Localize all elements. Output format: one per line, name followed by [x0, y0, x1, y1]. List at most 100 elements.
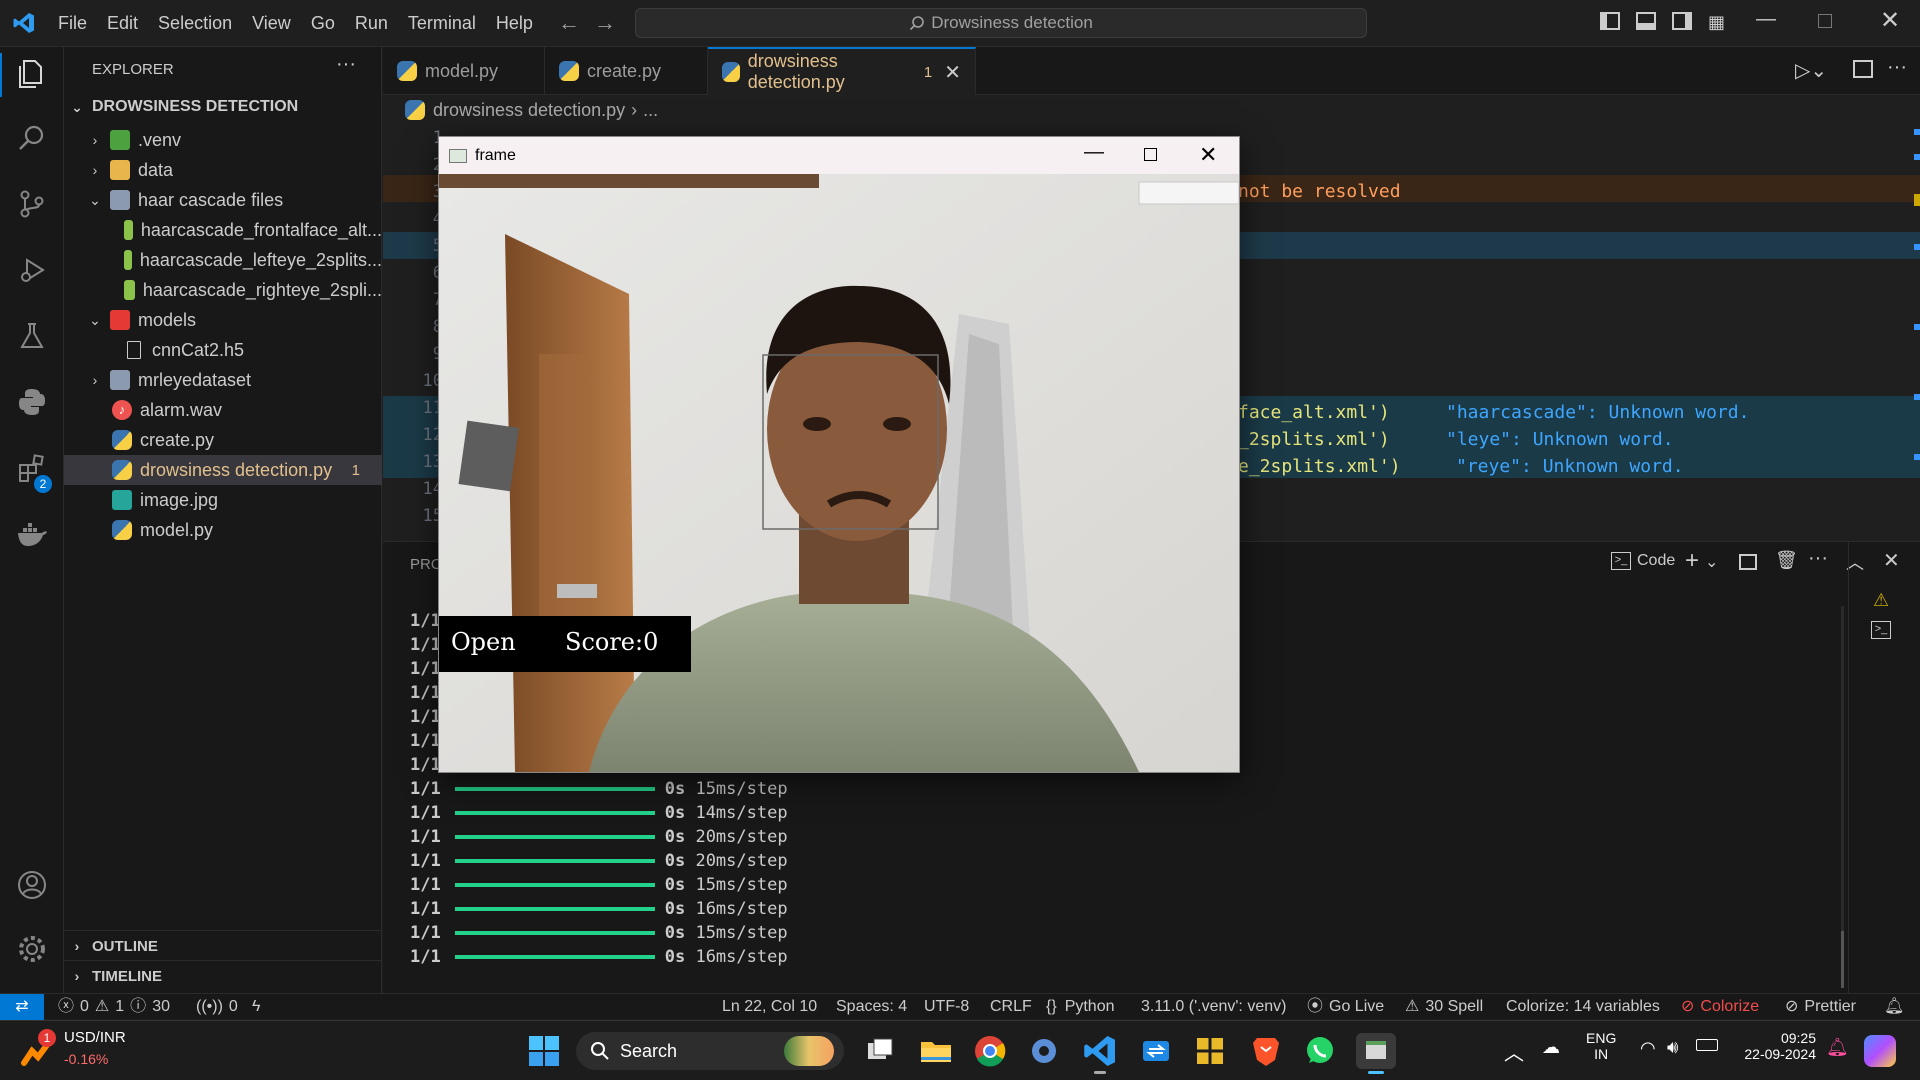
tab-drowsiness-detection-py[interactable]: drowsiness detection.py 1 ✕: [708, 47, 976, 95]
encoding-status[interactable]: UTF-8: [924, 994, 969, 1020]
lightning-icon[interactable]: ϟ: [252, 994, 260, 1020]
go-live-button[interactable]: ⦿ Go Live: [1307, 994, 1384, 1020]
breadcrumb-file[interactable]: drowsiness detection.py: [433, 100, 625, 121]
customize-layout-icon[interactable]: ▦: [1708, 12, 1725, 33]
frame-close-icon[interactable]: ✕: [1199, 142, 1217, 168]
outline-section-header[interactable]: › OUTLINE: [64, 931, 382, 961]
menu-run[interactable]: Run: [345, 0, 398, 47]
testing-flask-icon[interactable]: [14, 321, 50, 357]
python-interpreter[interactable]: 3.11.0 ('.venv': venv): [1141, 994, 1286, 1020]
show-hidden-icons-chevron-icon[interactable]: ︿: [1504, 1037, 1524, 1066]
chrome-icon[interactable]: [972, 1033, 1008, 1069]
toggle-primary-sidebar-icon[interactable]: [1600, 12, 1620, 30]
remote-app-icon[interactable]: [1138, 1033, 1174, 1069]
remote-indicator-icon[interactable]: ⇄: [0, 994, 44, 1020]
source-control-icon[interactable]: [14, 189, 50, 225]
tree-item-model-py[interactable]: model.py: [64, 515, 382, 545]
ticker-name[interactable]: USD/INR: [64, 1029, 126, 1046]
notifications-bell-icon[interactable]: 🔔︎: [1884, 994, 1904, 1020]
panel-more-icon[interactable]: ···: [1808, 547, 1828, 570]
menu-file[interactable]: File: [48, 0, 97, 47]
menu-edit[interactable]: Edit: [97, 0, 148, 47]
tree-item-models[interactable]: ⌄ models: [64, 305, 382, 335]
tree-item-data[interactable]: › data: [64, 155, 382, 185]
volume-icon[interactable]: 🔊︎: [1667, 1037, 1678, 1058]
chevron-down-icon[interactable]: ⌄: [1705, 552, 1718, 572]
menu-go[interactable]: Go: [301, 0, 345, 47]
file-manager-icon[interactable]: [1192, 1033, 1228, 1069]
workspace-section-header[interactable]: ⌄ DROWSINESS DETECTION: [64, 92, 382, 122]
close-tab-icon[interactable]: ✕: [944, 60, 961, 85]
frame-window-titlebar[interactable]: frame — ✕: [439, 137, 1239, 174]
terminal-selector[interactable]: >_ Code: [1611, 552, 1675, 570]
close-window-icon[interactable]: ✕: [1880, 6, 1900, 35]
brave-browser-icon[interactable]: [1248, 1033, 1284, 1069]
wifi-icon[interactable]: ◠: [1640, 1038, 1656, 1059]
tree-item-haar-cascade-files[interactable]: ⌄ haar cascade files: [64, 185, 382, 215]
timeline-section-header[interactable]: › TIMELINE: [64, 961, 382, 991]
tree-item-frontalface-xml[interactable]: haarcascade_frontalface_alt...: [64, 215, 382, 245]
task-view-icon[interactable]: [862, 1033, 898, 1069]
stock-widget-icon[interactable]: 1: [18, 1029, 58, 1071]
editor-more-actions-icon[interactable]: ···: [1887, 56, 1907, 79]
split-terminal-icon[interactable]: [1739, 554, 1757, 570]
prettier-status[interactable]: ⊘ Prettier: [1785, 994, 1856, 1020]
frame-minimize-icon[interactable]: —: [1084, 141, 1104, 164]
tree-item-cnncat2[interactable]: cnnCat2.h5: [64, 335, 382, 365]
minimize-window-icon[interactable]: —: [1756, 8, 1776, 31]
tab-model-py[interactable]: model.py: [383, 47, 545, 95]
menu-view[interactable]: View: [242, 0, 301, 47]
tree-item-venv[interactable]: › .venv: [64, 125, 382, 155]
run-python-file-icon[interactable]: ▷⌄: [1795, 58, 1827, 83]
extensions-icon[interactable]: 2: [14, 453, 52, 493]
eol-status[interactable]: CRLF: [990, 994, 1032, 1020]
windows-start-icon[interactable]: [528, 1035, 560, 1067]
onedrive-cloud-off-icon[interactable]: ☁: [1542, 1037, 1560, 1058]
manage-gear-icon[interactable]: [14, 933, 50, 969]
run-debug-icon[interactable]: [14, 255, 50, 291]
tree-item-righteye-xml[interactable]: haarcascade_righteye_2spli...: [64, 275, 382, 305]
tree-item-lefteye-xml[interactable]: haarcascade_lefteye_2splits...: [64, 245, 382, 275]
split-editor-icon[interactable]: [1853, 60, 1873, 78]
problems-status[interactable]: ⓧ 0 ⚠ 1 ⓘ 30: [58, 994, 170, 1020]
back-arrow-icon[interactable]: ←: [558, 10, 580, 36]
vscode-taskbar-icon[interactable]: [1082, 1033, 1118, 1074]
trash-icon[interactable]: 🗑: [1775, 550, 1798, 571]
python-icon[interactable]: [14, 387, 50, 423]
restore-window-icon[interactable]: [1818, 14, 1832, 28]
toggle-secondary-sidebar-icon[interactable]: [1672, 12, 1692, 30]
tree-item-alarm-wav[interactable]: ♪ alarm.wav: [64, 395, 382, 425]
frame-maximize-icon[interactable]: [1144, 148, 1157, 161]
taskbar-search-box[interactable]: Search: [576, 1032, 844, 1070]
docker-icon[interactable]: [14, 519, 50, 555]
menu-terminal[interactable]: Terminal: [398, 0, 486, 47]
ports-status[interactable]: ((•)) 0: [196, 994, 238, 1020]
explorer-icon[interactable]: [14, 57, 50, 93]
settings-gear-icon[interactable]: [1026, 1033, 1062, 1069]
menu-selection[interactable]: Selection: [148, 0, 242, 47]
tree-item-drowsiness-detection-py[interactable]: drowsiness detection.py 1: [64, 455, 382, 485]
colorize-variables-status[interactable]: Colorize: 14 variables: [1506, 994, 1660, 1020]
tree-item-mrleyedataset[interactable]: › mrleyedataset: [64, 365, 382, 395]
notification-bell-icon[interactable]: 🔔︎: [1826, 1037, 1849, 1058]
file-explorer-icon[interactable]: [918, 1033, 954, 1069]
accounts-icon[interactable]: [14, 869, 50, 905]
forward-arrow-icon[interactable]: →: [594, 10, 616, 36]
tree-item-create-py[interactable]: create.py: [64, 425, 382, 455]
cursor-position[interactable]: Ln 22, Col 10: [722, 994, 817, 1020]
tree-item-image-jpg[interactable]: image.jpg: [64, 485, 382, 515]
new-terminal-icon[interactable]: +: [1685, 547, 1699, 575]
toggle-panel-icon[interactable]: [1636, 12, 1656, 30]
menu-help[interactable]: Help: [486, 0, 543, 47]
colorize-toggle[interactable]: ⊘ Colorize: [1681, 994, 1759, 1020]
command-center-search[interactable]: Drowsiness detection: [635, 8, 1367, 38]
whatsapp-icon[interactable]: [1302, 1033, 1338, 1069]
indentation-status[interactable]: Spaces: 4: [836, 994, 907, 1020]
breadcrumb-symbol[interactable]: ...: [643, 100, 658, 121]
tab-create-py[interactable]: create.py: [545, 47, 708, 95]
search-icon[interactable]: [14, 123, 50, 159]
terminal-scrollbar[interactable]: [1841, 606, 1844, 988]
language-indicator[interactable]: ENG IN: [1586, 1030, 1616, 1062]
spell-check-status[interactable]: ⚠ 30 Spell: [1405, 994, 1483, 1020]
battery-icon[interactable]: [1696, 1039, 1718, 1051]
